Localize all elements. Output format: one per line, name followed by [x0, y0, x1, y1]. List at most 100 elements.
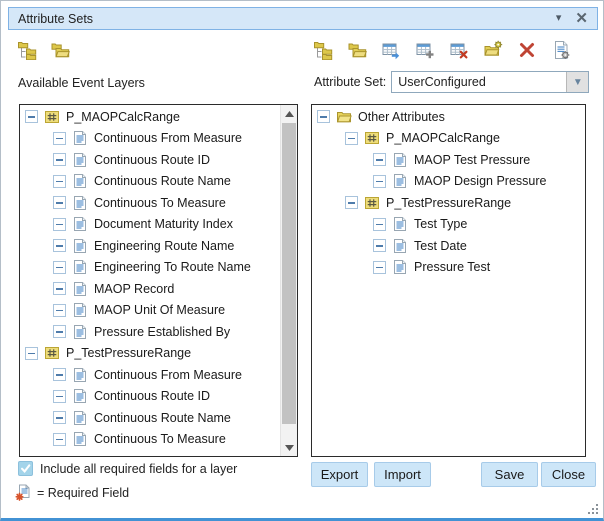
field-icon: [72, 238, 88, 254]
new-attribute-set-icon[interactable]: [483, 40, 503, 60]
scrollbar-thumb[interactable]: [282, 123, 296, 424]
tree-item[interactable]: Continuous To Measure: [20, 429, 280, 451]
tree-item[interactable]: MAOP Unit Of Measure: [20, 300, 280, 322]
collapse-toggle-icon[interactable]: [25, 347, 38, 360]
collapse-toggle-icon[interactable]: [373, 261, 386, 274]
tree-item[interactable]: Test Date: [312, 235, 585, 257]
scroll-down-icon[interactable]: [281, 439, 297, 456]
collapse-toggle-icon[interactable]: [373, 239, 386, 252]
close-button[interactable]: Close: [541, 462, 596, 487]
add-field-icon[interactable]: [415, 40, 435, 60]
tree-item[interactable]: MAOP Test Pressure: [312, 149, 585, 171]
tree-item[interactable]: Continuous Route Name: [20, 171, 280, 193]
available-layers-panel: P_MAOPCalcRangeContinuous From MeasureCo…: [19, 104, 298, 457]
collapse-toggle-icon[interactable]: [53, 304, 66, 317]
tree-item-label: Document Maturity Index: [94, 217, 233, 231]
tree-item[interactable]: Other Attributes: [312, 106, 585, 128]
tree-item-label: Continuous Route ID: [94, 153, 210, 167]
event-layer-icon: [44, 345, 60, 361]
collapse-toggle-icon[interactable]: [345, 132, 358, 145]
attribute-set-value: UserConfigured: [392, 75, 566, 89]
collapse-toggle-icon[interactable]: [373, 153, 386, 166]
collapse-toggle-icon[interactable]: [53, 261, 66, 274]
collapse-toggle-icon[interactable]: [53, 132, 66, 145]
tree-item[interactable]: Engineering To Route Name: [20, 257, 280, 279]
tree-item[interactable]: Engineering Route Name: [20, 235, 280, 257]
collapse-toggle-icon[interactable]: [53, 282, 66, 295]
tree-item-label: Pressure Established By: [94, 325, 230, 339]
collapse-toggle-icon[interactable]: [53, 411, 66, 424]
tree-item[interactable]: MAOP Design Pressure: [312, 171, 585, 193]
expand-all-attributes-icon[interactable]: [313, 40, 333, 60]
tree-item[interactable]: MAOP Record: [20, 278, 280, 300]
attribute-set-properties-icon[interactable]: [551, 40, 571, 60]
required-field-legend: = Required Field: [15, 484, 129, 501]
tree-item[interactable]: P_TestPressureRange: [20, 343, 280, 365]
tree-item-label: MAOP Test Pressure: [414, 153, 530, 167]
tree-item[interactable]: Pressure Test: [312, 257, 585, 279]
field-icon: [72, 302, 88, 318]
include-required-checkbox[interactable]: [18, 461, 33, 476]
tree-item[interactable]: Continuous Route ID: [20, 386, 280, 408]
tree-item[interactable]: Continuous Route ID: [20, 149, 280, 171]
titlebar[interactable]: Attribute Sets ▾ ✕: [8, 7, 598, 30]
tree-item[interactable]: Test Type: [312, 214, 585, 236]
tree-item-label: Continuous Route Name: [94, 411, 231, 425]
resize-grip[interactable]: [588, 504, 600, 516]
include-required-label: Include all required fields for a layer: [40, 462, 237, 476]
vertical-scrollbar[interactable]: [280, 105, 297, 456]
collapse-toggle-icon[interactable]: [53, 218, 66, 231]
collapse-toggle-icon[interactable]: [25, 110, 38, 123]
close-icon[interactable]: ✕: [575, 11, 588, 26]
folder-icon: [336, 109, 352, 125]
tree-item[interactable]: P_MAOPCalcRange: [20, 106, 280, 128]
remove-field-icon[interactable]: [449, 40, 469, 60]
collapse-toggle-icon[interactable]: [53, 390, 66, 403]
attribute-set-combobox[interactable]: UserConfigured ▼: [391, 71, 589, 93]
add-event-layer-icon[interactable]: [381, 40, 401, 60]
attribute-sets-dialog: Attribute Sets ▾ ✕ Available Event Layer…: [0, 0, 604, 521]
delete-attribute-set-icon[interactable]: [517, 40, 537, 60]
collapse-toggle-icon[interactable]: [53, 153, 66, 166]
collapse-toggle-icon[interactable]: [53, 239, 66, 252]
tree-item[interactable]: P_TestPressureRange: [312, 192, 585, 214]
tree-item-label: P_MAOPCalcRange: [66, 110, 180, 124]
save-button[interactable]: Save: [481, 462, 538, 487]
field-icon: [72, 259, 88, 275]
collapse-all-attributes-icon[interactable]: [347, 40, 367, 60]
field-icon: [72, 152, 88, 168]
scroll-up-icon[interactable]: [281, 105, 297, 122]
collapse-toggle-icon[interactable]: [53, 433, 66, 446]
tree-item[interactable]: Continuous From Measure: [20, 128, 280, 150]
field-icon: [72, 410, 88, 426]
tree-item[interactable]: Continuous To Measure: [20, 192, 280, 214]
collapse-toggle-icon[interactable]: [345, 196, 358, 209]
collapse-toggle-icon[interactable]: [53, 325, 66, 338]
field-icon: [392, 173, 408, 189]
collapse-toggle-icon[interactable]: [373, 218, 386, 231]
available-event-layers-label: Available Event Layers: [18, 76, 145, 90]
field-icon: [72, 324, 88, 340]
collapse-all-layers-icon[interactable]: [50, 40, 70, 60]
collapse-toggle-icon[interactable]: [373, 175, 386, 188]
expand-all-layers-icon[interactable]: [17, 40, 37, 60]
auto-hide-icon[interactable]: ▾: [556, 13, 562, 24]
tree-item[interactable]: Document Maturity Index: [20, 214, 280, 236]
export-button[interactable]: Export: [311, 462, 368, 487]
tree-item[interactable]: P_MAOPCalcRange: [312, 128, 585, 150]
field-icon: [72, 195, 88, 211]
available-layers-tree: P_MAOPCalcRangeContinuous From MeasureCo…: [20, 105, 280, 456]
collapse-toggle-icon[interactable]: [317, 110, 330, 123]
chevron-down-icon[interactable]: ▼: [566, 72, 588, 92]
tree-item[interactable]: Pressure Established By: [20, 321, 280, 343]
field-icon: [392, 152, 408, 168]
collapse-toggle-icon[interactable]: [53, 368, 66, 381]
collapse-toggle-icon[interactable]: [53, 175, 66, 188]
tree-item-label: Other Attributes: [358, 110, 445, 124]
field-icon: [72, 130, 88, 146]
import-button[interactable]: Import: [374, 462, 431, 487]
tree-item[interactable]: Continuous Route Name: [20, 407, 280, 429]
tree-item[interactable]: Continuous From Measure: [20, 364, 280, 386]
collapse-toggle-icon[interactable]: [53, 196, 66, 209]
tree-item-label: MAOP Record: [94, 282, 174, 296]
